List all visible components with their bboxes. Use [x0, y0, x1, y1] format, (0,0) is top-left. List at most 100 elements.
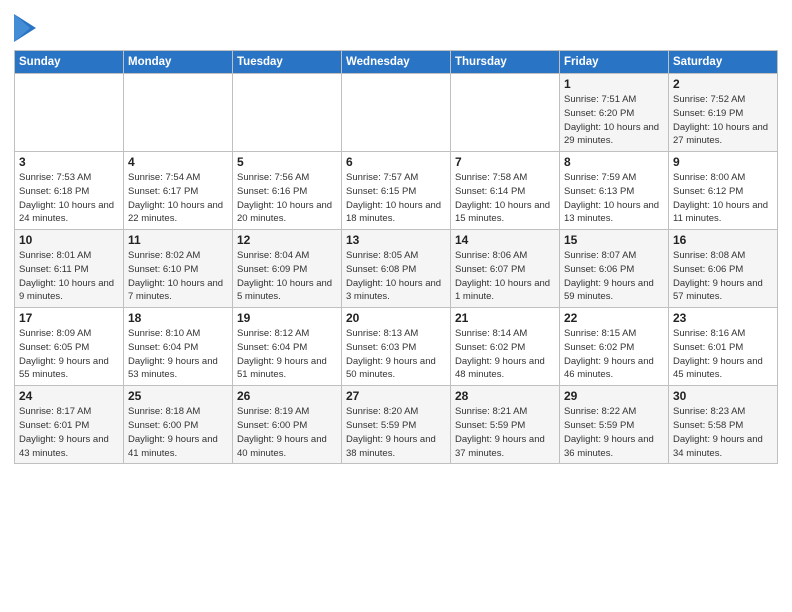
day-number: 25: [128, 389, 228, 403]
day-number: 11: [128, 233, 228, 247]
calendar-cell: 16 Sunrise: 8:08 AM Sunset: 6:06 PM Dayli…: [669, 230, 778, 308]
day-number: 22: [564, 311, 664, 325]
day-info: Sunrise: 8:05 AM Sunset: 6:08 PM Dayligh…: [346, 249, 446, 304]
header: [14, 10, 778, 42]
calendar-cell: [15, 74, 124, 152]
day-info: Sunrise: 7:54 AM Sunset: 6:17 PM Dayligh…: [128, 171, 228, 226]
logo-icon: [14, 14, 36, 42]
calendar-cell: 25 Sunrise: 8:18 AM Sunset: 6:00 PM Dayli…: [124, 386, 233, 464]
day-info: Sunrise: 8:12 AM Sunset: 6:04 PM Dayligh…: [237, 327, 337, 382]
day-number: 19: [237, 311, 337, 325]
calendar-week-1: 3 Sunrise: 7:53 AM Sunset: 6:18 PM Daylig…: [15, 152, 778, 230]
day-info: Sunrise: 8:21 AM Sunset: 5:59 PM Dayligh…: [455, 405, 555, 460]
calendar-cell: 11 Sunrise: 8:02 AM Sunset: 6:10 PM Dayli…: [124, 230, 233, 308]
day-number: 3: [19, 155, 119, 169]
calendar-cell: 23 Sunrise: 8:16 AM Sunset: 6:01 PM Dayli…: [669, 308, 778, 386]
calendar-cell: 6 Sunrise: 7:57 AM Sunset: 6:15 PM Daylig…: [342, 152, 451, 230]
day-info: Sunrise: 8:22 AM Sunset: 5:59 PM Dayligh…: [564, 405, 664, 460]
day-number: 26: [237, 389, 337, 403]
calendar-cell: 3 Sunrise: 7:53 AM Sunset: 6:18 PM Daylig…: [15, 152, 124, 230]
day-number: 9: [673, 155, 773, 169]
day-number: 21: [455, 311, 555, 325]
day-info: Sunrise: 8:09 AM Sunset: 6:05 PM Dayligh…: [19, 327, 119, 382]
calendar-week-4: 24 Sunrise: 8:17 AM Sunset: 6:01 PM Dayli…: [15, 386, 778, 464]
day-info: Sunrise: 8:14 AM Sunset: 6:02 PM Dayligh…: [455, 327, 555, 382]
day-info: Sunrise: 7:53 AM Sunset: 6:18 PM Dayligh…: [19, 171, 119, 226]
day-info: Sunrise: 7:58 AM Sunset: 6:14 PM Dayligh…: [455, 171, 555, 226]
calendar-cell: 8 Sunrise: 7:59 AM Sunset: 6:13 PM Daylig…: [560, 152, 669, 230]
col-header-sunday: Sunday: [15, 51, 124, 74]
col-header-friday: Friday: [560, 51, 669, 74]
calendar-cell: 30Sunrise: 8:23 AM Sunset: 5:58 PM Dayli…: [669, 386, 778, 464]
day-info: Sunrise: 8:08 AM Sunset: 6:06 PM Dayligh…: [673, 249, 773, 304]
day-number: 28: [455, 389, 555, 403]
day-number: 1: [564, 77, 664, 91]
day-info: Sunrise: 8:18 AM Sunset: 6:00 PM Dayligh…: [128, 405, 228, 460]
calendar-cell: 2 Sunrise: 7:52 AM Sunset: 6:19 PM Daylig…: [669, 74, 778, 152]
day-info: Sunrise: 7:59 AM Sunset: 6:13 PM Dayligh…: [564, 171, 664, 226]
calendar-cell: 20Sunrise: 8:13 AM Sunset: 6:03 PM Dayli…: [342, 308, 451, 386]
day-number: 24: [19, 389, 119, 403]
day-number: 14: [455, 233, 555, 247]
day-info: Sunrise: 7:51 AM Sunset: 6:20 PM Dayligh…: [564, 93, 664, 148]
day-info: Sunrise: 8:13 AM Sunset: 6:03 PM Dayligh…: [346, 327, 446, 382]
calendar-cell: [124, 74, 233, 152]
day-info: Sunrise: 8:20 AM Sunset: 5:59 PM Dayligh…: [346, 405, 446, 460]
day-info: Sunrise: 7:56 AM Sunset: 6:16 PM Dayligh…: [237, 171, 337, 226]
day-number: 15: [564, 233, 664, 247]
calendar-cell: 26 Sunrise: 8:19 AM Sunset: 6:00 PM Dayli…: [233, 386, 342, 464]
calendar-cell: 29 Sunrise: 8:22 AM Sunset: 5:59 PM Dayli…: [560, 386, 669, 464]
calendar-cell: 28 Sunrise: 8:21 AM Sunset: 5:59 PM Dayli…: [451, 386, 560, 464]
calendar-cell: 17 Sunrise: 8:09 AM Sunset: 6:05 PM Dayli…: [15, 308, 124, 386]
day-info: Sunrise: 7:52 AM Sunset: 6:19 PM Dayligh…: [673, 93, 773, 148]
calendar-cell: [342, 74, 451, 152]
calendar-cell: 9Sunrise: 8:00 AM Sunset: 6:12 PM Daylig…: [669, 152, 778, 230]
calendar-cell: 27 Sunrise: 8:20 AM Sunset: 5:59 PM Dayli…: [342, 386, 451, 464]
col-header-saturday: Saturday: [669, 51, 778, 74]
calendar-week-0: 1 Sunrise: 7:51 AM Sunset: 6:20 PM Daylig…: [15, 74, 778, 152]
day-number: 27: [346, 389, 446, 403]
main-container: SundayMondayTuesdayWednesdayThursdayFrid…: [0, 0, 792, 472]
day-info: Sunrise: 8:15 AM Sunset: 6:02 PM Dayligh…: [564, 327, 664, 382]
day-info: Sunrise: 8:17 AM Sunset: 6:01 PM Dayligh…: [19, 405, 119, 460]
day-info: Sunrise: 8:02 AM Sunset: 6:10 PM Dayligh…: [128, 249, 228, 304]
day-info: Sunrise: 8:01 AM Sunset: 6:11 PM Dayligh…: [19, 249, 119, 304]
calendar-cell: 13Sunrise: 8:05 AM Sunset: 6:08 PM Dayli…: [342, 230, 451, 308]
calendar-cell: 12 Sunrise: 8:04 AM Sunset: 6:09 PM Dayli…: [233, 230, 342, 308]
day-number: 7: [455, 155, 555, 169]
day-number: 12: [237, 233, 337, 247]
day-number: 23: [673, 311, 773, 325]
calendar-week-2: 10Sunrise: 8:01 AM Sunset: 6:11 PM Dayli…: [15, 230, 778, 308]
calendar-cell: 18Sunrise: 8:10 AM Sunset: 6:04 PM Dayli…: [124, 308, 233, 386]
calendar-cell: 21 Sunrise: 8:14 AM Sunset: 6:02 PM Dayli…: [451, 308, 560, 386]
day-number: 4: [128, 155, 228, 169]
logo: [14, 14, 39, 42]
col-header-thursday: Thursday: [451, 51, 560, 74]
col-header-monday: Monday: [124, 51, 233, 74]
calendar-cell: [451, 74, 560, 152]
day-number: 29: [564, 389, 664, 403]
day-info: Sunrise: 8:19 AM Sunset: 6:00 PM Dayligh…: [237, 405, 337, 460]
calendar-cell: 24 Sunrise: 8:17 AM Sunset: 6:01 PM Dayli…: [15, 386, 124, 464]
day-number: 8: [564, 155, 664, 169]
calendar-cell: 14 Sunrise: 8:06 AM Sunset: 6:07 PM Dayli…: [451, 230, 560, 308]
calendar-table: SundayMondayTuesdayWednesdayThursdayFrid…: [14, 50, 778, 464]
day-info: Sunrise: 8:10 AM Sunset: 6:04 PM Dayligh…: [128, 327, 228, 382]
calendar-cell: 1 Sunrise: 7:51 AM Sunset: 6:20 PM Daylig…: [560, 74, 669, 152]
day-info: Sunrise: 8:06 AM Sunset: 6:07 PM Dayligh…: [455, 249, 555, 304]
day-number: 2: [673, 77, 773, 91]
calendar-cell: 5 Sunrise: 7:56 AM Sunset: 6:16 PM Daylig…: [233, 152, 342, 230]
day-number: 5: [237, 155, 337, 169]
day-number: 17: [19, 311, 119, 325]
calendar-cell: 22 Sunrise: 8:15 AM Sunset: 6:02 PM Dayli…: [560, 308, 669, 386]
day-info: Sunrise: 8:07 AM Sunset: 6:06 PM Dayligh…: [564, 249, 664, 304]
day-number: 16: [673, 233, 773, 247]
col-header-wednesday: Wednesday: [342, 51, 451, 74]
calendar-cell: 10Sunrise: 8:01 AM Sunset: 6:11 PM Dayli…: [15, 230, 124, 308]
day-info: Sunrise: 7:57 AM Sunset: 6:15 PM Dayligh…: [346, 171, 446, 226]
calendar-header-row: SundayMondayTuesdayWednesdayThursdayFrid…: [15, 51, 778, 74]
day-number: 6: [346, 155, 446, 169]
day-info: Sunrise: 8:04 AM Sunset: 6:09 PM Dayligh…: [237, 249, 337, 304]
day-info: Sunrise: 8:16 AM Sunset: 6:01 PM Dayligh…: [673, 327, 773, 382]
day-number: 30: [673, 389, 773, 403]
